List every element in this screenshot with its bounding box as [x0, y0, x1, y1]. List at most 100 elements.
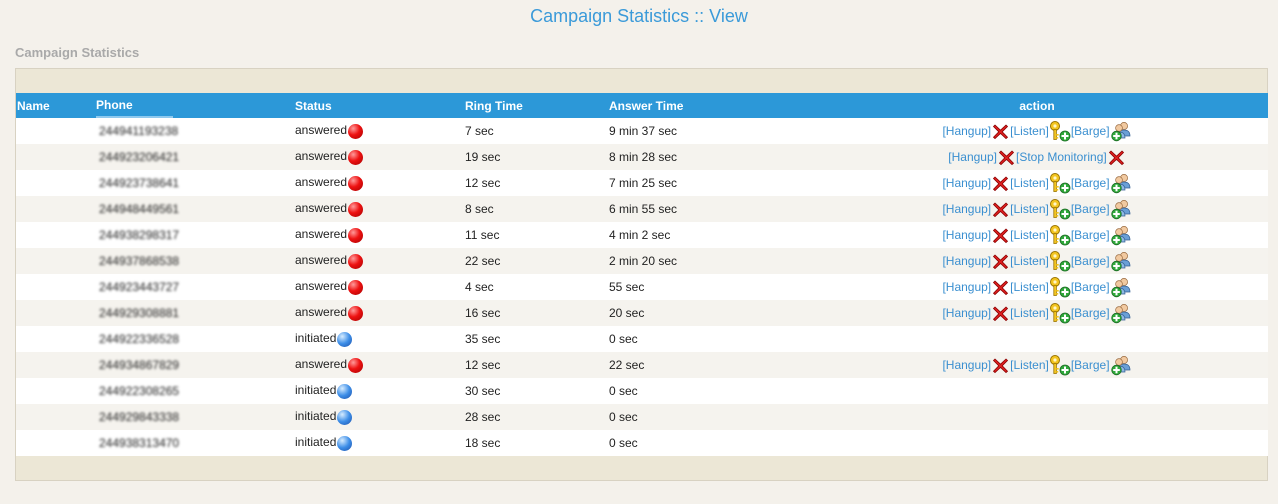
- hangup-link[interactable]: [Hangup]: [942, 306, 991, 320]
- listen-link[interactable]: [Listen]: [1010, 124, 1049, 138]
- barge-icon[interactable]: [1110, 120, 1132, 142]
- status-answered-icon: [348, 202, 364, 217]
- barge-icon[interactable]: [1110, 198, 1132, 220]
- answer-time-cell: 2 min 20 sec: [608, 248, 805, 274]
- column-header-answer-time[interactable]: Answer Time: [608, 93, 805, 118]
- barge-link[interactable]: [Barge]: [1071, 254, 1110, 268]
- phone-number: 244929843338: [99, 410, 180, 424]
- status-cell: initiated: [294, 326, 464, 352]
- status-initiated-icon: [337, 384, 353, 399]
- listen-icon[interactable]: [1049, 120, 1071, 142]
- barge-icon[interactable]: [1110, 302, 1132, 324]
- barge-link[interactable]: [Barge]: [1071, 176, 1110, 190]
- status-label: answered: [295, 227, 348, 241]
- action-cell: [Hangup] [Listen] [Barge]: [805, 118, 1268, 144]
- action-cell: [Hangup] [Listen] [Barge]: [805, 170, 1268, 196]
- column-header-phone[interactable]: Phone: [95, 93, 294, 118]
- barge-link[interactable]: [Barge]: [1071, 280, 1110, 294]
- listen-link[interactable]: [Listen]: [1010, 254, 1049, 268]
- table-row: 244923738641 answered 12 sec 7 min 25 sec [H…: [16, 170, 1268, 196]
- listen-link[interactable]: [Listen]: [1010, 202, 1049, 216]
- name-cell: [16, 404, 95, 430]
- phone-cell: 244938298317: [95, 222, 294, 248]
- listen-link[interactable]: [Listen]: [1010, 306, 1049, 320]
- barge-link[interactable]: [Barge]: [1071, 202, 1110, 216]
- stop-monitoring-link[interactable]: [Stop Monitoring]: [1016, 150, 1107, 164]
- listen-icon[interactable]: [1049, 250, 1071, 272]
- listen-icon[interactable]: [1049, 198, 1071, 220]
- hangup-icon[interactable]: [992, 305, 1009, 322]
- hangup-icon[interactable]: [992, 123, 1009, 140]
- ring-time-cell: 16 sec: [464, 300, 608, 326]
- name-cell: [16, 118, 95, 144]
- hangup-icon[interactable]: [992, 175, 1009, 192]
- panel-footer: [16, 457, 1267, 480]
- action-cell: [Hangup] [Listen] [Barge]: [805, 274, 1268, 300]
- hangup-icon[interactable]: [992, 253, 1009, 270]
- table-row: 244948449561 answered 8 sec 6 min 55 sec [Ha…: [16, 196, 1268, 222]
- barge-icon[interactable]: [1110, 250, 1132, 272]
- hangup-link[interactable]: [Hangup]: [942, 254, 991, 268]
- hangup-icon[interactable]: [992, 357, 1009, 374]
- barge-icon[interactable]: [1110, 172, 1132, 194]
- status-answered-icon: [348, 254, 364, 269]
- status-cell: answered: [294, 248, 464, 274]
- ring-time-cell: 4 sec: [464, 274, 608, 300]
- name-cell: [16, 430, 95, 456]
- column-header-name[interactable]: Name: [16, 93, 95, 118]
- hangup-link[interactable]: [Hangup]: [942, 228, 991, 242]
- answer-time-cell: 20 sec: [608, 300, 805, 326]
- listen-link[interactable]: [Listen]: [1010, 280, 1049, 294]
- answer-time-cell: 8 min 28 sec: [608, 144, 805, 170]
- action-cell: [805, 430, 1268, 456]
- ring-time-cell: 22 sec: [464, 248, 608, 274]
- hangup-link[interactable]: [Hangup]: [942, 280, 991, 294]
- listen-link[interactable]: [Listen]: [1010, 176, 1049, 190]
- section-title: Campaign Statistics: [15, 45, 140, 60]
- action-cell: [805, 326, 1268, 352]
- listen-icon[interactable]: [1049, 276, 1071, 298]
- hangup-icon[interactable]: [998, 149, 1015, 166]
- listen-icon[interactable]: [1049, 354, 1071, 376]
- phone-number: 244948449561: [99, 202, 180, 216]
- action-cell: [805, 404, 1268, 430]
- table-row: 244941193238 answered 7 sec 9 min 37 sec [Ha…: [16, 118, 1268, 144]
- hangup-icon[interactable]: [992, 227, 1009, 244]
- hangup-icon[interactable]: [992, 201, 1009, 218]
- table-row: 244938313470 initiated 18 sec 0 sec: [16, 430, 1268, 456]
- name-cell: [16, 378, 95, 404]
- hangup-icon[interactable]: [992, 279, 1009, 296]
- listen-link[interactable]: [Listen]: [1010, 228, 1049, 242]
- phone-cell: 244948449561: [95, 196, 294, 222]
- barge-link[interactable]: [Barge]: [1071, 306, 1110, 320]
- phone-cell: 244923738641: [95, 170, 294, 196]
- ring-time-cell: 30 sec: [464, 378, 608, 404]
- hangup-link[interactable]: [Hangup]: [942, 124, 991, 138]
- listen-icon[interactable]: [1049, 224, 1071, 246]
- hangup-link[interactable]: [Hangup]: [942, 176, 991, 190]
- status-label: initiated: [295, 409, 337, 423]
- hangup-link[interactable]: [Hangup]: [942, 358, 991, 372]
- action-cell: [Hangup] [Stop Monitoring]: [805, 144, 1268, 170]
- name-cell: [16, 248, 95, 274]
- stop-monitoring-icon[interactable]: [1108, 149, 1125, 166]
- answer-time-cell: 4 min 2 sec: [608, 222, 805, 248]
- listen-link[interactable]: [Listen]: [1010, 358, 1049, 372]
- barge-link[interactable]: [Barge]: [1071, 358, 1110, 372]
- barge-icon[interactable]: [1110, 276, 1132, 298]
- barge-link[interactable]: [Barge]: [1071, 228, 1110, 242]
- hangup-link[interactable]: [Hangup]: [942, 202, 991, 216]
- phone-number: 244941193238: [99, 124, 179, 138]
- column-header-ring-time[interactable]: Ring Time: [464, 93, 608, 118]
- barge-icon[interactable]: [1110, 354, 1132, 376]
- status-label: answered: [295, 123, 348, 137]
- column-header-status[interactable]: Status: [294, 93, 464, 118]
- barge-icon[interactable]: [1110, 224, 1132, 246]
- table-body: 244941193238 answered 7 sec 9 min 37 sec [Ha…: [16, 118, 1268, 456]
- answer-time-cell: 0 sec: [608, 378, 805, 404]
- barge-link[interactable]: [Barge]: [1071, 124, 1110, 138]
- listen-icon[interactable]: [1049, 172, 1071, 194]
- listen-icon[interactable]: [1049, 302, 1071, 324]
- hangup-link[interactable]: [Hangup]: [948, 150, 997, 164]
- ring-time-cell: 12 sec: [464, 170, 608, 196]
